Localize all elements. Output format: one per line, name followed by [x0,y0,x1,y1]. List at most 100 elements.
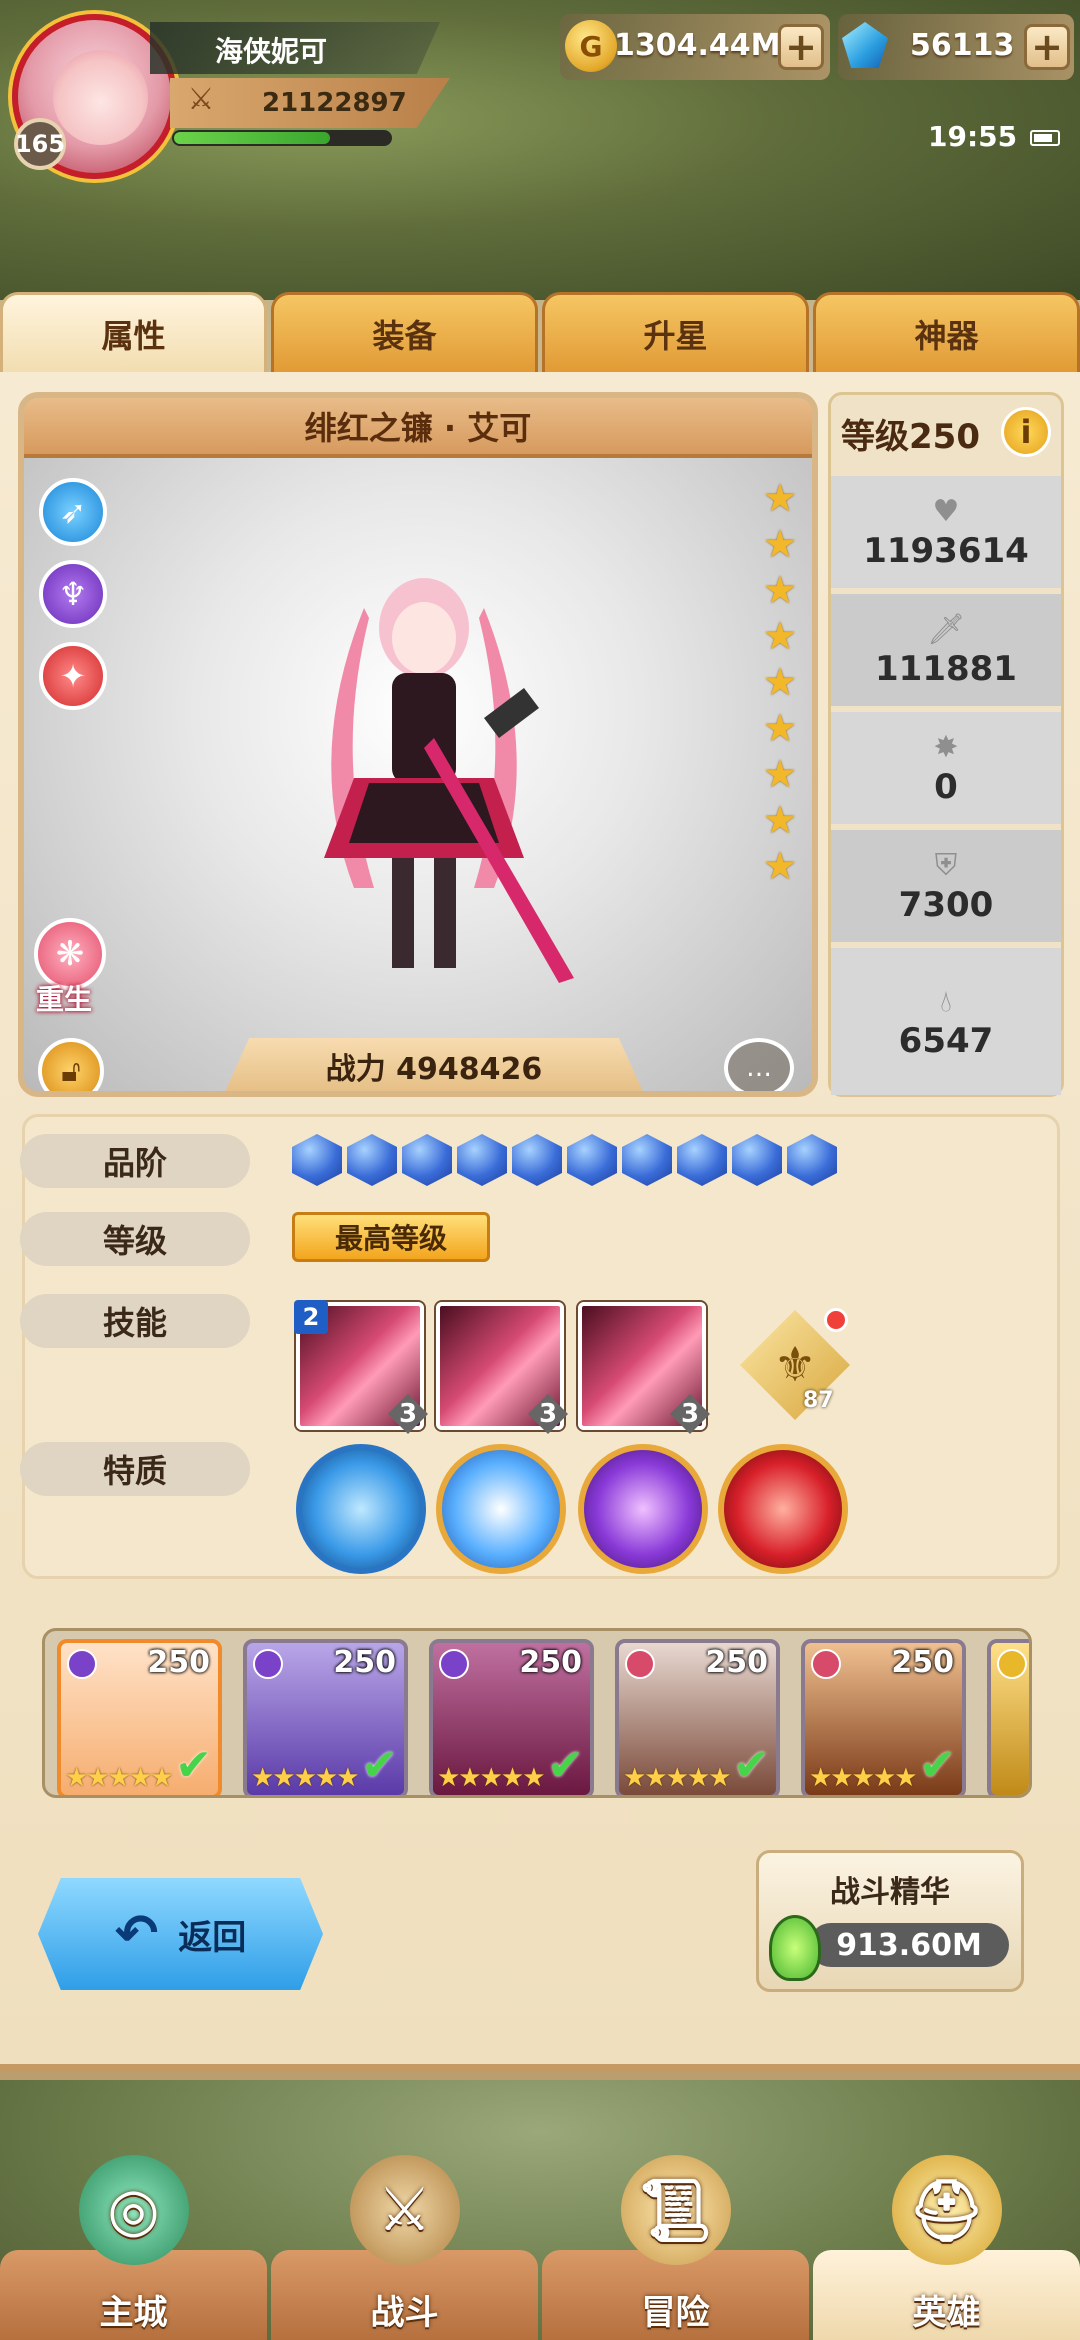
roster-hero-4[interactable]: 250 ★★★★★ ✔ [615,1639,780,1795]
skill-card-3[interactable]: 3 [578,1302,710,1434]
stat-row-attack: 🗡︎ 111881 [831,591,1061,706]
hero-title: 绯红之镰 · 艾可 [24,398,812,458]
skill-badge: 2 [294,1300,328,1334]
rebirth-label[interactable]: 重生 [36,978,92,1018]
essence-value: 913.60M [809,1923,1009,1967]
grade-gem-icon [347,1134,397,1186]
stat-row-pierce: ✸ 0 [831,709,1061,824]
roster-hero-1[interactable]: 250 ★★★★★ ✔ [57,1639,222,1795]
star-icon: ★ [762,522,798,566]
tab-attributes[interactable]: 属性 [0,292,267,376]
player-name: 海侠妮可 [215,35,328,68]
tab-star-up[interactable]: 升星 [542,292,809,376]
shield-icon: ⛨ [934,848,958,883]
add-gold-button[interactable]: + [778,24,824,70]
unlock-icon[interactable]: 🔓︎ [38,1038,104,1091]
city-gate-icon: ◎ [78,2155,189,2265]
hero-class-icon[interactable]: ➶ [39,478,107,546]
tab-equipment[interactable]: 装备 [271,292,538,376]
hero-role-icon[interactable]: ✦ [39,642,107,710]
roster-hero-level: 250 [891,1645,954,1680]
crossed-swords-icon: ⚔ [187,82,215,117]
grade-gem-icon [622,1134,672,1186]
faction-icon [997,1649,1027,1679]
trait-shark-icon[interactable] [718,1444,848,1574]
nav-battle[interactable]: ⚔ 战斗 [271,2155,538,2340]
faction-icon [625,1649,655,1679]
battery-icon [1030,130,1060,146]
stat-panel: 等级250 i ♥ 1193614 🗡︎ 111881 ✸ 0 ⛨ 7300 💧… [828,392,1064,1097]
sword-icon: 🗡︎ [926,612,966,647]
stat-row-hp: ♥ 1193614 [831,473,1061,588]
skill-level: 3 [388,1394,428,1434]
trait-dragon-icon[interactable] [296,1444,426,1574]
roster-hero-6-partial[interactable] [987,1639,1029,1795]
grade-gem-icon [732,1134,782,1186]
skill-level: 3 [670,1394,710,1434]
nav-main-city[interactable]: ◎ 主城 [0,2155,267,2340]
star-rating-icon: ★★★★★ [65,1763,174,1793]
potion-icon [769,1915,821,1981]
avatar-portrait [53,50,148,145]
roster-hero-level: 250 [147,1645,210,1680]
stat-row-speed: 💧︎ 6547 [831,945,1061,1095]
heart-icon: ♥ [932,494,960,529]
clock: 19:55 [928,120,1018,153]
faction-icon [253,1649,283,1679]
roster-hero-5[interactable]: 250 ★★★★★ ✔ [801,1639,966,1795]
star-rating-icon: ★★★★★ [623,1763,732,1793]
essence-title: 战斗精华 [830,1875,950,1910]
chat-bubble-icon[interactable]: … [724,1038,794,1091]
stat-value-pierce: 0 [934,767,958,807]
star-icon: ★ [762,798,798,842]
star-icon: ★ [762,614,798,658]
back-button[interactable]: ↶ 返回 [38,1878,323,1990]
skill-card-2[interactable]: 3 [436,1302,568,1434]
star-rating-icon: ★★★★★ [437,1763,546,1793]
scroll-map-icon: 📜︎ [620,2155,731,2265]
trait-shadow-icon[interactable] [578,1444,708,1574]
main-panel: 绯红之镰 · 艾可 ➶ ♆ ✦ ★ ★ ★ ★ ★ ★ ★ ★ ★ ❋ 重生 🔓︎ … 战力 4… [0,372,1080,2072]
stat-row-armor: ⛨ 7300 [831,827,1061,942]
check-icon: ✔ [919,1740,956,1791]
gold-value: 1304.44M [614,28,781,63]
gold-coin-icon: G [565,20,617,72]
stat-value-speed: 6547 [898,1020,994,1061]
grade-gem-icon [457,1134,507,1186]
star-icon: ★ [762,844,798,888]
info-button[interactable]: i [1001,407,1051,457]
add-gems-button[interactable]: + [1024,24,1070,70]
stat-value-attack: 111881 [875,649,1017,689]
roster-hero-level: 250 [519,1645,582,1680]
grade-gem-icon [292,1134,342,1186]
level-label: 等级 [20,1212,250,1266]
max-level-badge: 最高等级 [292,1212,490,1262]
nav-label: 冒险 [641,2293,710,2333]
player-power-value: 21122897 [262,88,407,118]
hero-card: 绯红之镰 · 艾可 ➶ ♆ ✦ ★ ★ ★ ★ ★ ★ ★ ★ ★ ❋ 重生 🔓︎ … 战力 4… [18,392,818,1097]
roster-hero-2[interactable]: 250 ★★★★★ ✔ [243,1639,408,1795]
helmet-icon: ⛑︎ [891,2155,1002,2265]
hero-faction-icon[interactable]: ♆ [39,560,107,628]
grade-gem-icon [567,1134,617,1186]
nav-heroes[interactable]: ⛑︎ 英雄 [813,2155,1080,2340]
grade-gem-icon [402,1134,452,1186]
tab-artifact[interactable]: 神器 [813,292,1080,376]
roster-hero-level: 250 [705,1645,768,1680]
skills-label: 技能 [20,1294,250,1348]
nav-adventure[interactable]: 📜︎ 冒险 [542,2155,809,2340]
grade-gem-icon [787,1134,837,1186]
hero-model [324,578,574,983]
faction-icon [439,1649,469,1679]
pin-icon: ✸ [933,730,959,765]
essence-card: 战斗精华 913.60M [756,1850,1024,1992]
exp-bar-fill [174,132,330,144]
star-icon: ★ [762,706,798,750]
trait-blade-icon[interactable] [436,1444,566,1574]
check-icon: ✔ [547,1740,584,1791]
skill-card-1[interactable]: 2 3 [294,1300,428,1434]
roster-hero-3[interactable]: 250 ★★★★★ ✔ [429,1639,594,1795]
star-icon: ★ [762,752,798,796]
hero-roster: 250 ★★★★★ ✔ 250 ★★★★★ ✔ 250 ★★★★★ ✔ 250 … [42,1628,1032,1798]
roster-hero-level: 250 [333,1645,396,1680]
